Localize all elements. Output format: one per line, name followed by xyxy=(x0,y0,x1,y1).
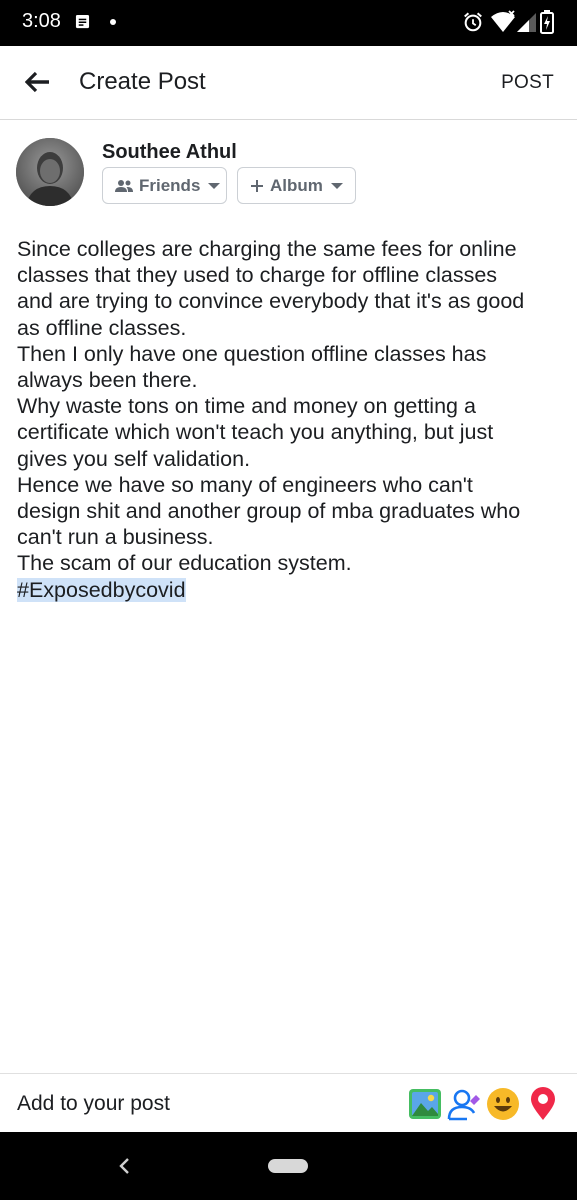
audience-selector[interactable]: Friends xyxy=(102,167,227,204)
message-icon xyxy=(75,14,90,29)
feeling-icon[interactable] xyxy=(486,1086,520,1122)
tag-people-icon[interactable] xyxy=(447,1086,481,1122)
system-navigation-bar xyxy=(0,1132,577,1200)
photo-icon[interactable] xyxy=(408,1086,442,1122)
author-name: Southee Athul xyxy=(102,141,237,163)
post-text-area[interactable]: Since colleges are charging the same fee… xyxy=(17,236,537,603)
back-arrow-icon xyxy=(25,71,49,93)
post-body-text: Since colleges are charging the same fee… xyxy=(17,237,525,576)
location-icon[interactable] xyxy=(526,1086,560,1122)
app-header: Create Post POST xyxy=(0,46,577,120)
post-button[interactable]: POST xyxy=(501,72,554,94)
chevron-down-icon xyxy=(330,182,343,190)
page-title: Create Post xyxy=(79,68,206,95)
nav-home-pill[interactable] xyxy=(268,1159,308,1173)
notification-dot-icon xyxy=(110,19,116,25)
status-time: 3:08 xyxy=(22,10,61,32)
profile-photo xyxy=(16,138,84,206)
friends-icon xyxy=(115,179,133,193)
add-to-post-label: Add to your post xyxy=(17,1092,170,1115)
album-label: Album xyxy=(270,175,323,195)
back-button[interactable] xyxy=(18,64,58,100)
chevron-down-icon xyxy=(208,182,221,190)
audience-label: Friends xyxy=(139,175,201,195)
alarm-icon xyxy=(464,12,482,32)
plus-icon xyxy=(250,179,264,193)
status-bar: 3:08 xyxy=(0,0,577,46)
author-row: Southee Athul Friends Album xyxy=(0,120,577,220)
wifi-icon xyxy=(491,10,515,32)
hashtag: #Exposedbycovid xyxy=(17,577,186,602)
nav-back-icon[interactable] xyxy=(115,1154,135,1178)
album-selector[interactable]: Album xyxy=(237,167,356,204)
avatar[interactable] xyxy=(16,138,84,206)
battery-icon xyxy=(540,10,554,34)
add-to-post-bar[interactable]: Add to your post xyxy=(0,1073,577,1133)
signal-icon xyxy=(517,13,536,32)
